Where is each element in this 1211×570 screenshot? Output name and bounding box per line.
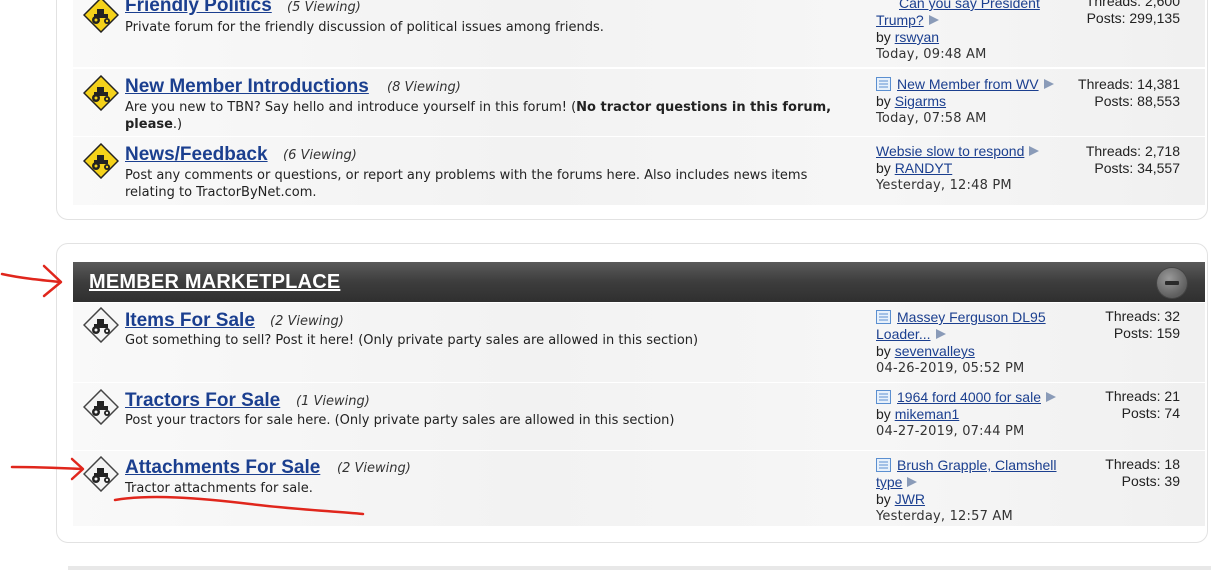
forum-description: Post any comments or questions, or repor…: [125, 168, 808, 200]
last-post-title-link[interactable]: Brush Grapple, Clamshell: [897, 457, 1057, 473]
viewing-count: (2 Viewing): [337, 461, 411, 476]
forum-row-attachments-for-sale: Attachments For Sale (2 Viewing) Tractor…: [73, 451, 1205, 527]
last-post-title-link[interactable]: type: [876, 474, 902, 490]
last-post-title-link[interactable]: Websie slow to respond: [876, 143, 1024, 159]
forum-link-new-member-introductions[interactable]: New Member Introductions: [125, 76, 369, 98]
by-label: by: [876, 93, 895, 109]
document-icon: [876, 390, 891, 404]
forum-row-tractors-for-sale: Tractors For Sale (1 Viewing) Post your …: [73, 383, 1205, 451]
last-post: Brush Grapple, Clamshell type by JWR Yes…: [876, 457, 1071, 525]
user-link[interactable]: RANDYT: [895, 160, 953, 176]
thread-count: Threads: 2,718: [1085, 143, 1180, 159]
by-label: by: [876, 491, 895, 507]
forum-link-attachments-for-sale[interactable]: Attachments For Sale: [125, 457, 320, 479]
last-post: New Member from WV by Sigarms Today, 07:…: [876, 76, 1071, 127]
user-link[interactable]: mikeman1: [895, 406, 960, 422]
forum-stats: Threads: 21 Posts: 74: [1105, 388, 1180, 422]
panel-divider: [68, 566, 1211, 570]
viewing-count: (6 Viewing): [283, 148, 357, 163]
post-count: Posts: 88,553: [1094, 93, 1180, 109]
forum-row-news-feedback: News/Feedback (6 Viewing) Post any comme…: [73, 137, 1205, 206]
thread-count: Threads: 32: [1105, 308, 1180, 324]
last-post: Websie slow to respond by RANDYT Yesterd…: [876, 143, 1071, 194]
by-label: by: [876, 160, 895, 176]
user-link[interactable]: rswyan: [895, 29, 939, 45]
go-to-last-post-icon[interactable]: [906, 476, 918, 488]
by-label: by: [876, 406, 895, 422]
user-link[interactable]: JWR: [895, 491, 925, 507]
thread-count: Threads: 2,600: [1085, 0, 1180, 9]
go-to-last-post-icon[interactable]: [1045, 391, 1057, 403]
tractor-forum-icon: [83, 456, 119, 492]
go-to-last-post-icon[interactable]: [928, 14, 940, 26]
category-title-link[interactable]: MEMBER MARKETPLACE: [89, 271, 340, 294]
forum-description: Tractor attachments for sale.: [125, 481, 313, 496]
last-post: Massey Ferguson DL95 Loader... by sevenv…: [876, 309, 1071, 377]
forum-link-friendly-politics[interactable]: Friendly Politics: [125, 0, 272, 17]
forum-description: Private forum for the friendly discussio…: [125, 20, 604, 35]
forum-stats: Threads: 2,600 Posts: 299,135: [1086, 0, 1180, 27]
forum-stats: Threads: 18 Posts: 39: [1105, 456, 1180, 490]
last-post-title-link[interactable]: New Member from WV: [897, 76, 1039, 92]
forum-description: Post your tractors for sale here. (Only …: [125, 413, 675, 428]
go-to-last-post-icon[interactable]: [1028, 145, 1040, 157]
forum-row-friendly-politics: Friendly Politics (5 Viewing) Private fo…: [73, 0, 1205, 68]
post-count: Posts: 299,135: [1086, 10, 1180, 26]
forum-stats: Threads: 14,381 Posts: 88,553: [1078, 76, 1180, 110]
tractor-forum-icon: [83, 143, 119, 179]
forum-description: Got something to sell? Post it here! (On…: [125, 333, 699, 348]
last-post: Can you say President Trump? by rswyan T…: [876, 0, 1071, 63]
by-label: by: [876, 343, 895, 359]
thread-count: Threads: 14,381: [1078, 76, 1180, 92]
last-post-title-link[interactable]: Massey Ferguson DL95: [897, 309, 1046, 325]
forum-stats: Threads: 32 Posts: 159: [1105, 308, 1180, 342]
last-post-title-link[interactable]: 1964 ford 4000 for sale: [897, 389, 1041, 405]
post-date: Today, 07:58 AM: [876, 111, 987, 126]
post-count: Posts: 74: [1121, 405, 1180, 421]
forum-row-new-member-introductions: New Member Introductions (8 Viewing) Are…: [73, 69, 1205, 137]
document-icon: [876, 77, 891, 91]
forum-stats: Threads: 2,718 Posts: 34,557: [1086, 143, 1180, 177]
last-post: 1964 ford 4000 for sale by mikeman1 04-2…: [876, 389, 1071, 440]
last-post-title-link[interactable]: Loader...: [876, 326, 931, 342]
thread-count: Threads: 21: [1105, 388, 1180, 404]
last-post-title-link[interactable]: Trump?: [876, 12, 924, 28]
post-date: Today, 09:48 AM: [876, 47, 987, 62]
go-to-last-post-icon[interactable]: [1043, 78, 1055, 90]
post-count: Posts: 34,557: [1094, 160, 1180, 176]
forum-link-items-for-sale[interactable]: Items For Sale: [125, 310, 255, 332]
user-link[interactable]: Sigarms: [895, 93, 946, 109]
tractor-forum-icon: [83, 0, 119, 33]
post-date: Yesterday, 12:48 PM: [876, 178, 1012, 193]
forum-link-news-feedback[interactable]: News/Feedback: [125, 144, 268, 166]
post-date: Yesterday, 12:57 AM: [876, 509, 1013, 524]
forum-link-tractors-for-sale[interactable]: Tractors For Sale: [125, 390, 280, 412]
collapse-icon[interactable]: [1157, 268, 1187, 298]
post-count: Posts: 39: [1121, 473, 1180, 489]
user-link[interactable]: sevenvalleys: [895, 343, 975, 359]
last-post-title-link[interactable]: Can you say President: [899, 0, 1040, 11]
post-date: 04-27-2019, 07:44 PM: [876, 424, 1025, 439]
viewing-count: (8 Viewing): [387, 80, 461, 95]
document-icon: [876, 310, 891, 324]
document-icon: [876, 458, 891, 472]
viewing-count: (1 Viewing): [296, 394, 370, 409]
post-count: Posts: 159: [1113, 325, 1180, 341]
thread-count: Threads: 18: [1105, 456, 1180, 472]
tractor-forum-icon: [83, 307, 119, 343]
go-to-last-post-icon[interactable]: [935, 328, 947, 340]
tractor-forum-icon: [83, 75, 119, 111]
post-date: 04-26-2019, 05:52 PM: [876, 361, 1025, 376]
viewing-count: (5 Viewing): [287, 0, 361, 15]
viewing-count: (2 Viewing): [270, 314, 344, 329]
forum-row-items-for-sale: Items For Sale (2 Viewing) Got something…: [73, 303, 1205, 383]
category-header-member-marketplace: MEMBER MARKETPLACE: [73, 262, 1205, 302]
by-label: by: [876, 29, 895, 45]
tractor-forum-icon: [83, 389, 119, 425]
forum-description: Are you new to TBN? Say hello and introd…: [125, 100, 832, 132]
